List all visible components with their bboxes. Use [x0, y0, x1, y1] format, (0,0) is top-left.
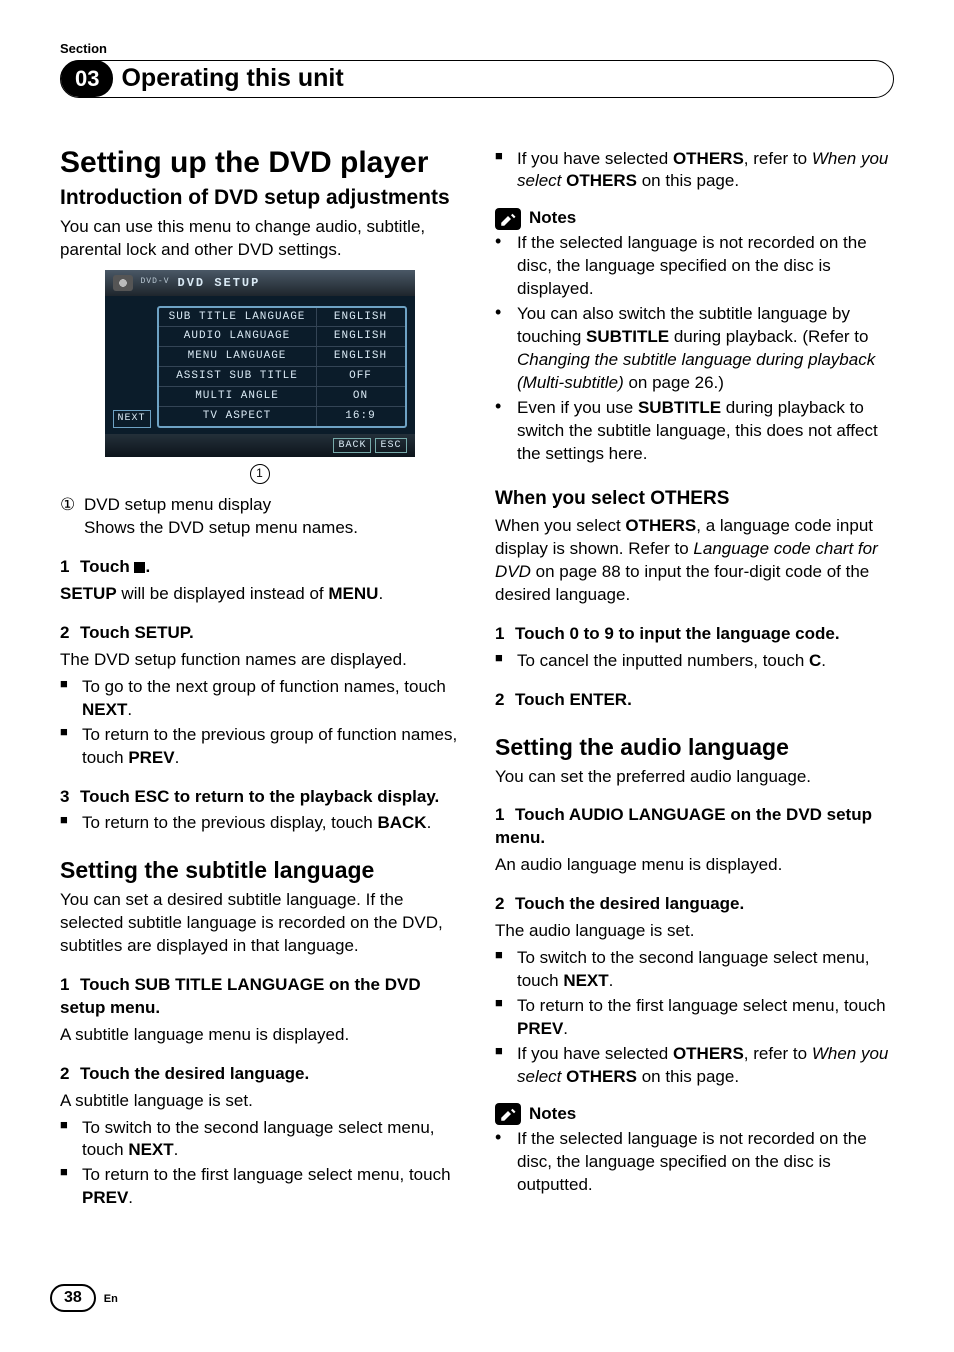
bullet: ■To return to the previous display, touc… [60, 812, 459, 835]
right-column: ■If you have selected OTHERS, refer to W… [495, 146, 894, 1211]
callout-1: 1 [105, 463, 415, 484]
caption-desc: Shows the DVD setup menu names. [84, 517, 358, 540]
subtitle-intro: You can set a desired subtitle language.… [60, 889, 459, 958]
step-1: 1Touch . [60, 556, 459, 579]
when-others-body: When you select OTHERS, a language code … [495, 515, 894, 607]
row-label: AUDIO LANGUAGE [159, 327, 317, 346]
row-val: ENGLISH [317, 308, 405, 327]
bullet: ■To switch to the second language select… [495, 947, 894, 993]
bullet: ■If you have selected OTHERS, refer to W… [495, 1043, 894, 1089]
step-2: 2Touch SETUP. [60, 622, 459, 645]
bullet: ■To return to the first language select … [495, 995, 894, 1041]
page-number: 38 En [50, 1284, 118, 1312]
aud-step-2: 2Touch the desired language. [495, 893, 894, 916]
wo-step-2: 2Touch ENTER. [495, 689, 894, 712]
note-item: •Even if you use SUBTITLE during playbac… [495, 397, 894, 466]
section-label: Section [60, 40, 894, 58]
header-bar: 03 Operating this unit [60, 60, 894, 98]
bullet: ■If you have selected OTHERS, refer to W… [495, 148, 894, 194]
row-val: ENGLISH [317, 347, 405, 366]
pencil-icon [495, 208, 521, 230]
note-item: •If the selected language is not recorde… [495, 1128, 894, 1197]
caption-title: DVD setup menu display [84, 494, 358, 517]
bullet: ■To switch to the second language select… [60, 1117, 459, 1163]
row-label: SUB TITLE LANGUAGE [159, 308, 317, 327]
sub-step-2-body: A subtitle language is set. [60, 1090, 459, 1113]
h2-audio-lang: Setting the audio language [495, 734, 894, 762]
step-2-body: The DVD setup function names are display… [60, 649, 459, 672]
setup-table: SUB TITLE LANGUAGEENGLISH AUDIO LANGUAGE… [157, 306, 407, 428]
wo-step-1: 1Touch 0 to 9 to input the language code… [495, 623, 894, 646]
h2-subtitle-lang: Setting the subtitle language [60, 857, 459, 885]
row-label: MENU LANGUAGE [159, 347, 317, 366]
bullet: ■To cancel the inputted numbers, touch C… [495, 650, 894, 673]
row-val: 16:9 [317, 407, 405, 426]
aud-step-1-body: An audio language menu is displayed. [495, 854, 894, 877]
sub-step-2: 2Touch the desired language. [60, 1063, 459, 1086]
row-label: ASSIST SUB TITLE [159, 367, 317, 386]
row-label: TV ASPECT [159, 407, 317, 426]
esc-btn[interactable]: ESC [375, 438, 406, 454]
intro-text: You can use this menu to change audio, s… [60, 216, 459, 262]
left-column: Setting up the DVD player Introduction o… [60, 146, 459, 1211]
aud-step-2-body: The audio language is set. [495, 920, 894, 943]
notes-heading: Notes [495, 207, 894, 230]
audio-intro: You can set the preferred audio language… [495, 766, 894, 789]
step-1-body: SETUP will be displayed instead of MENU. [60, 583, 459, 606]
section-number: 03 [61, 60, 113, 98]
pencil-icon [495, 1103, 521, 1125]
when-others-heading: When you select OTHERS [495, 486, 894, 512]
dvd-setup-screenshot: DVD-V DVD SETUP NEXT SUB TITLE LANGUAGEE… [105, 270, 415, 485]
note-item: •If the selected language is not recorde… [495, 232, 894, 301]
bullet: ■To return to the first language select … [60, 1164, 459, 1210]
row-val: ENGLISH [317, 327, 405, 346]
bullet: ■To go to the next group of function nam… [60, 676, 459, 722]
bullet: ■To return to the previous group of func… [60, 724, 459, 770]
row-val: ON [317, 387, 405, 406]
aud-step-1: 1Touch AUDIO LANGUAGE on the DVD setup m… [495, 804, 894, 850]
h2-intro: Introduction of DVD setup adjustments [60, 185, 459, 210]
row-val: OFF [317, 367, 405, 386]
back-btn[interactable]: BACK [333, 438, 371, 454]
disc-icon [113, 275, 133, 291]
row-label: MULTI ANGLE [159, 387, 317, 406]
brand: DVD-V [141, 277, 170, 288]
shot-title: DVD SETUP [178, 275, 261, 291]
sub-step-1-body: A subtitle language menu is displayed. [60, 1024, 459, 1047]
caption-row: ① DVD setup menu display Shows the DVD s… [60, 494, 459, 540]
sub-step-1: 1Touch SUB TITLE LANGUAGE on the DVD set… [60, 974, 459, 1020]
step-3: 3Touch ESC to return to the playback dis… [60, 786, 459, 809]
chapter-title: Operating this unit [121, 62, 343, 96]
note-item: •You can also switch the subtitle langua… [495, 303, 894, 395]
next-btn[interactable]: NEXT [113, 410, 151, 428]
h1-dvd-setup: Setting up the DVD player [60, 146, 459, 179]
stop-icon [134, 562, 145, 573]
notes-heading: Notes [495, 1103, 894, 1126]
